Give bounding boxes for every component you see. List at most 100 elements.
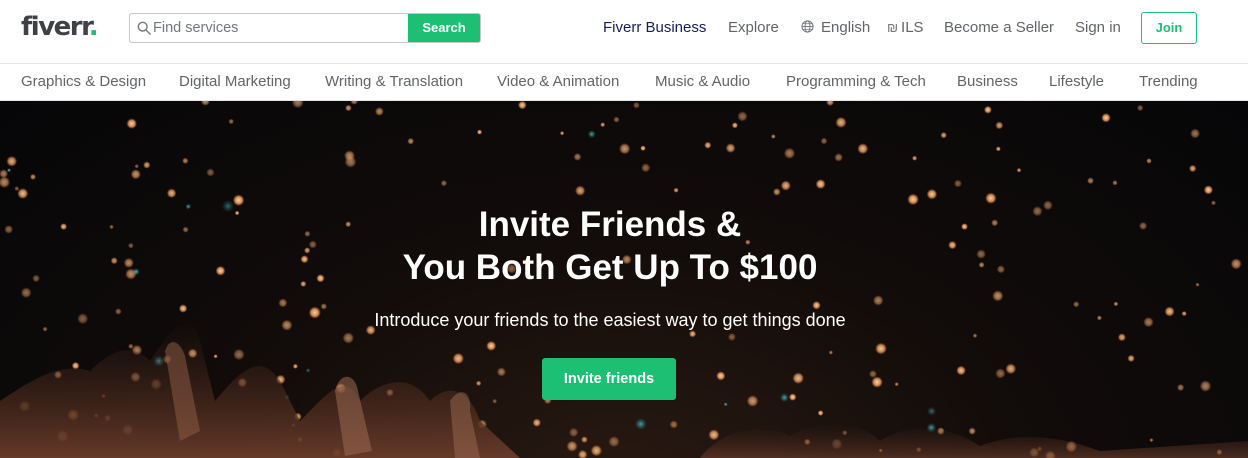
bokeh-light [559, 131, 565, 136]
bokeh-light [727, 332, 737, 342]
category-graphics-design[interactable]: Graphics & Design [21, 72, 146, 92]
globe-icon [801, 20, 814, 33]
bokeh-light [440, 180, 448, 187]
bokeh-light [215, 265, 226, 276]
bokeh-light [828, 350, 834, 355]
bokeh-light [633, 101, 640, 109]
bokeh-light [574, 185, 586, 196]
bokeh-light [875, 342, 887, 355]
bokeh-light [972, 333, 978, 338]
bokeh-light [182, 157, 189, 164]
currency-label: ILS [901, 19, 924, 36]
bokeh-light [568, 427, 579, 438]
category-programming-tech[interactable]: Programming & Tech [786, 72, 926, 92]
bokeh-light [213, 354, 218, 359]
search-button[interactable]: Search [408, 14, 480, 42]
bokeh-light [770, 134, 776, 139]
bokeh-light [304, 247, 311, 254]
bokeh-light [200, 101, 210, 106]
bokeh-light [907, 193, 919, 206]
bokeh-light [278, 298, 288, 308]
bokeh-light [995, 368, 1006, 379]
hero-subtitle: Introduce your friends to the easiest wa… [374, 310, 846, 330]
bokeh-light [1016, 167, 1022, 173]
bokeh-light [746, 395, 759, 407]
bokeh-light [926, 188, 938, 200]
category-writing-translation[interactable]: Writing & Translation [325, 72, 463, 92]
category-lifestyle[interactable]: Lifestyle [1049, 72, 1104, 92]
bokeh-light [77, 313, 89, 325]
bokeh-light [737, 111, 748, 122]
bokeh-light [185, 203, 192, 210]
bokeh-light [708, 429, 720, 441]
bokeh-light [125, 268, 137, 280]
nav-explore[interactable]: Explore [728, 18, 779, 38]
bokeh-light [60, 223, 68, 231]
category-video-animation[interactable]: Video & Animation [497, 72, 619, 92]
bokeh-light [0, 176, 11, 189]
bokeh-light [300, 280, 307, 287]
bokeh-light [109, 224, 114, 230]
bokeh-light [1143, 316, 1154, 328]
bokeh-light [992, 290, 1004, 302]
bokeh-light [961, 223, 968, 231]
category-bar: Graphics & Design Digital Marketing Writ… [0, 63, 1248, 101]
bokeh-light [792, 372, 805, 385]
bokeh-light [4, 224, 14, 234]
bokeh-light [1181, 311, 1187, 317]
bokeh-light [1146, 158, 1152, 164]
search-bar: Search [129, 13, 481, 43]
bokeh-light [1230, 258, 1242, 270]
bokeh-light [1005, 363, 1017, 375]
bokeh-light [1113, 301, 1119, 307]
bokeh-light [6, 168, 12, 173]
bokeh-light [577, 449, 588, 458]
bokeh-light [492, 398, 498, 404]
bokeh-light [221, 199, 235, 213]
bokeh-light [1188, 164, 1197, 173]
bokeh-light [228, 118, 234, 125]
nav-language[interactable]: English [801, 18, 870, 38]
nav-currency[interactable]: ₪ ILS [887, 18, 924, 38]
bokeh-light [127, 242, 134, 249]
nav-fiverr-business[interactable]: Fiverr Business [603, 18, 706, 38]
category-trending[interactable]: Trending [1139, 72, 1198, 92]
invite-friends-button[interactable]: Invite friends [542, 358, 676, 400]
bokeh-light [1203, 185, 1214, 195]
bokeh-light [206, 168, 215, 177]
top-header: fiverr. Search Fiverr Business Explore E… [0, 0, 1248, 56]
bokeh-light [725, 143, 736, 154]
nav-sign-in[interactable]: Sign in [1075, 18, 1121, 38]
hero-title-line1: Invite Friends & [478, 205, 742, 244]
bokeh-light [872, 295, 884, 306]
category-music-audio[interactable]: Music & Audio [655, 72, 750, 92]
nav-become-seller[interactable]: Become a Seller [944, 18, 1054, 38]
bokeh-light [871, 376, 883, 388]
bokeh-light [182, 226, 189, 233]
bokeh-light [587, 130, 596, 139]
bokeh-light [1032, 206, 1043, 217]
bokeh-light [1042, 200, 1053, 211]
bokeh-light [1149, 438, 1154, 443]
bokeh-light [134, 164, 139, 169]
bokeh-light [1199, 380, 1212, 392]
fiverr-logo[interactable]: fiverr. [21, 8, 99, 46]
bokeh-light [32, 274, 40, 283]
category-business[interactable]: Business [957, 72, 1018, 92]
bokeh-light [123, 257, 134, 269]
bokeh-light [110, 257, 118, 265]
bokeh-light [956, 365, 966, 376]
bokeh-light [292, 363, 298, 369]
bokeh-light [517, 101, 527, 110]
bokeh-light [316, 274, 325, 283]
currency-icon: ₪ [887, 20, 899, 35]
join-button[interactable]: Join [1141, 12, 1197, 44]
bokeh-light [783, 147, 796, 160]
bokeh-light [1176, 383, 1185, 392]
bokeh-light [673, 187, 679, 193]
bokeh-light [233, 348, 245, 361]
bokeh-light [350, 101, 359, 105]
search-input[interactable] [153, 14, 408, 42]
category-digital-marketing[interactable]: Digital Marketing [179, 72, 291, 92]
bokeh-light [476, 129, 483, 135]
